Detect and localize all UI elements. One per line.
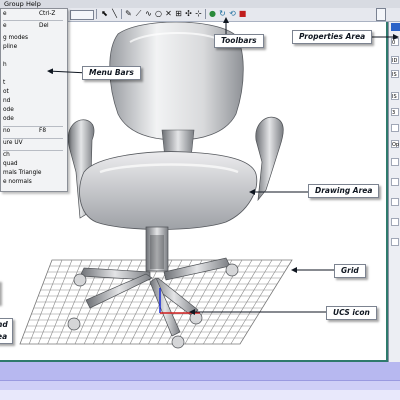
menu-item[interactable]: g modes <box>3 35 28 42</box>
callout-toolbars: Toolbars <box>214 34 264 48</box>
menu-item[interactable]: pline <box>3 44 17 51</box>
menu-item[interactable]: ode <box>3 107 14 114</box>
menu-item[interactable]: quad <box>3 161 18 168</box>
grid-tool-icon[interactable]: ⊞ <box>174 9 183 19</box>
polyline-tool-icon[interactable]: ⟋ <box>134 9 143 19</box>
orbit-icon[interactable]: ⟲ <box>228 9 237 19</box>
property-row[interactable]: Op <box>391 140 399 148</box>
property-row[interactable] <box>391 238 399 246</box>
status-bar <box>0 362 400 380</box>
dropdown-menu: e Ctrl-Z e Del g modes pline h t ot nd ode ode no F8 u… <box>0 8 68 192</box>
menu-item[interactable]: ure UV <box>3 140 23 147</box>
callout-partial-left-line1: nd <box>0 320 8 329</box>
callout-properties-area: Properties Area <box>292 30 373 44</box>
snap-tool-icon[interactable]: ⊹ <box>194 9 203 19</box>
menu-separator <box>3 20 63 21</box>
property-row[interactable] <box>391 218 399 226</box>
close-icon[interactable] <box>376 8 386 21</box>
callout-grid: Grid <box>334 264 366 278</box>
menu-item[interactable]: nd <box>3 98 10 105</box>
property-row[interactable]: ID <box>391 56 399 64</box>
properties-title <box>391 23 400 31</box>
line-tool-icon[interactable]: ╲ <box>110 9 119 19</box>
stop-icon[interactable]: ■ <box>238 9 247 19</box>
menu-item[interactable]: mals Triangle <box>3 170 41 177</box>
curve-tool-icon[interactable]: ∿ <box>144 9 153 19</box>
callout-menu-bars: Menu Bars <box>82 66 141 80</box>
callout-ucs-icon: UCS icon <box>326 306 377 320</box>
property-row[interactable] <box>391 178 399 186</box>
property-row[interactable] <box>391 124 399 132</box>
menu-item[interactable]: no <box>3 128 10 135</box>
menu-item[interactable]: ch <box>3 152 10 159</box>
menu-separator <box>3 150 63 151</box>
callout-drawing-area: Drawing Area <box>308 184 380 198</box>
toolbar-dropdown[interactable] <box>70 10 94 20</box>
zoom-icon[interactable]: ● <box>208 9 217 19</box>
menu-item[interactable]: e <box>3 23 7 30</box>
menu-group[interactable]: Group <box>4 0 24 8</box>
property-row[interactable] <box>391 158 399 166</box>
menu-item[interactable]: ode <box>3 116 14 123</box>
property-row[interactable]: IS <box>391 70 399 78</box>
delete-tool-icon[interactable]: ✕ <box>164 9 173 19</box>
property-row[interactable]: 0 <box>391 38 399 46</box>
property-row[interactable]: IS <box>391 92 399 100</box>
menu-item[interactable]: t <box>3 80 5 87</box>
menu-item[interactable]: h <box>3 62 7 69</box>
property-row[interactable]: 3 <box>391 108 399 116</box>
menu-separator <box>3 126 63 127</box>
menu-item-shortcut: Ctrl-Z <box>39 11 56 17</box>
menu-separator <box>3 138 63 139</box>
property-row[interactable] <box>391 198 399 206</box>
callout-partial-left: nd ea <box>0 318 13 344</box>
menu-help[interactable]: Help <box>26 0 41 8</box>
circle-tool-icon[interactable]: ○ <box>154 9 163 19</box>
rotate-icon[interactable]: ↻ <box>218 9 227 19</box>
menu-item-shortcut: F8 <box>39 128 47 134</box>
select-tool-icon[interactable]: ⬉ <box>100 9 109 19</box>
callout-partial-left-line2: ea <box>0 332 8 341</box>
move-tool-icon[interactable]: ✣ <box>184 9 193 19</box>
menu-item[interactable]: ot <box>3 89 9 96</box>
menu-item[interactable]: e <box>3 11 7 18</box>
pencil-tool-icon[interactable]: ✎ <box>124 9 133 19</box>
status-bar-tertiary <box>0 390 400 400</box>
menu-item[interactable]: e normals <box>3 179 32 186</box>
menu-item-shortcut: Del <box>39 23 49 29</box>
